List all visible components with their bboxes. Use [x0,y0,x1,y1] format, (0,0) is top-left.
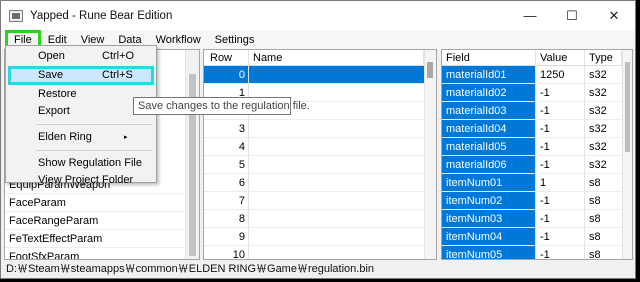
param-list-item[interactable]: FaceRangeParam [5,212,186,230]
maximize-button[interactable]: ☐ [551,1,593,30]
shortcut-label: Ctrl+O [102,50,135,62]
table-row[interactable]: materialId06 -1 s32 [442,156,632,174]
submenu-arrow-icon: ▸ [124,134,128,141]
param-list-item[interactable]: FeTextEffectParam [5,230,186,248]
field-grid-pane: Field Value Type materialId01 1250 s32 mat… [441,49,633,260]
field-grid-scrollbar[interactable] [622,50,632,259]
value-cell[interactable]: -1 [536,120,585,137]
table-row[interactable]: 5 [204,156,436,174]
table-row[interactable]: 6 [204,174,436,192]
close-button[interactable]: ✕ [593,1,635,30]
table-row[interactable]: itemNum05 -1 s8 [442,246,632,259]
window-controls: — ☐ ✕ [509,1,635,30]
table-row[interactable]: 3 [204,120,436,138]
table-row[interactable]: materialId02 -1 s32 [442,84,632,102]
row-list-scrollbar[interactable] [424,50,436,259]
param-list-item[interactable]: FaceParam [5,194,186,212]
column-header-value[interactable]: Value [536,50,585,65]
value-cell[interactable]: -1 [536,228,585,245]
value-cell[interactable]: 1 [536,174,585,191]
minimize-button[interactable]: — [509,1,551,30]
menu-item-elden-ring[interactable]: Elden Ring ▸ [6,129,156,146]
table-row[interactable]: 7 [204,192,436,210]
row-list-header: Row Name [204,50,436,66]
app-window: Yapped - Rune Bear Edition — ☐ ✕ File Ed… [0,0,636,279]
value-cell[interactable]: 1250 [536,66,585,83]
table-row[interactable]: 8 [204,210,436,228]
param-list-item[interactable]: FootSfxParam [5,248,186,259]
value-cell[interactable]: -1 [536,156,585,173]
table-row[interactable]: 4 [204,138,436,156]
table-row[interactable]: materialId05 -1 s32 [442,138,632,156]
column-header-field[interactable]: Field [442,50,536,65]
param-list-scrollbar[interactable] [185,50,199,259]
table-row[interactable]: itemNum01 1 s8 [442,174,632,192]
menu-separator [36,150,152,151]
menu-item-save[interactable]: Save Ctrl+S [8,66,154,85]
scrollbar-thumb[interactable] [427,62,433,78]
table-row[interactable]: 10 [204,246,436,259]
column-header-name[interactable]: Name [249,50,424,65]
value-cell[interactable]: -1 [536,84,585,101]
table-row[interactable]: itemNum04 -1 s8 [442,228,632,246]
status-bar: D:￦Steam￦steamapps￦common￦ELDEN RING￦Gam… [1,260,635,278]
table-row[interactable]: itemNum02 -1 s8 [442,192,632,210]
table-row[interactable]: itemNum03 -1 s8 [442,210,632,228]
scrollbar-thumb[interactable] [625,62,630,152]
value-cell[interactable]: -1 [536,192,585,209]
table-row[interactable]: 9 [204,228,436,246]
save-tooltip: Save changes to the regulation file. [133,97,310,115]
menu-item-view-project-folder[interactable]: View Project Folder [6,172,156,189]
menu-item-show-regulation-file[interactable]: Show Regulation File [6,155,156,172]
window-title: Yapped - Rune Bear Edition [30,9,173,22]
menu-separator [36,124,152,125]
column-header-row[interactable]: Row [204,50,249,65]
shortcut-label: Ctrl+S [102,69,133,81]
menu-item-open[interactable]: Open Ctrl+O [6,48,156,65]
row-list-pane: Row Name 0 1 2 3 4 5 6 7 8 9 10 [203,49,437,260]
value-cell[interactable]: -1 [536,138,585,155]
table-row[interactable]: materialId04 -1 s32 [442,120,632,138]
value-cell[interactable]: -1 [536,102,585,119]
value-cell[interactable]: -1 [536,210,585,227]
app-icon [9,9,23,22]
column-header-type[interactable]: Type [585,50,622,65]
value-cell[interactable]: -1 [536,246,585,259]
menu-workflow[interactable]: Workflow [149,30,208,50]
table-row[interactable]: materialId01 1250 s32 [442,66,632,84]
table-row[interactable]: 0 [204,66,436,84]
field-grid-header: Field Value Type [442,50,632,66]
title-bar[interactable]: Yapped - Rune Bear Edition — ☐ ✕ [1,1,635,30]
table-row[interactable]: materialId03 -1 s32 [442,102,632,120]
menu-settings[interactable]: Settings [208,30,262,50]
